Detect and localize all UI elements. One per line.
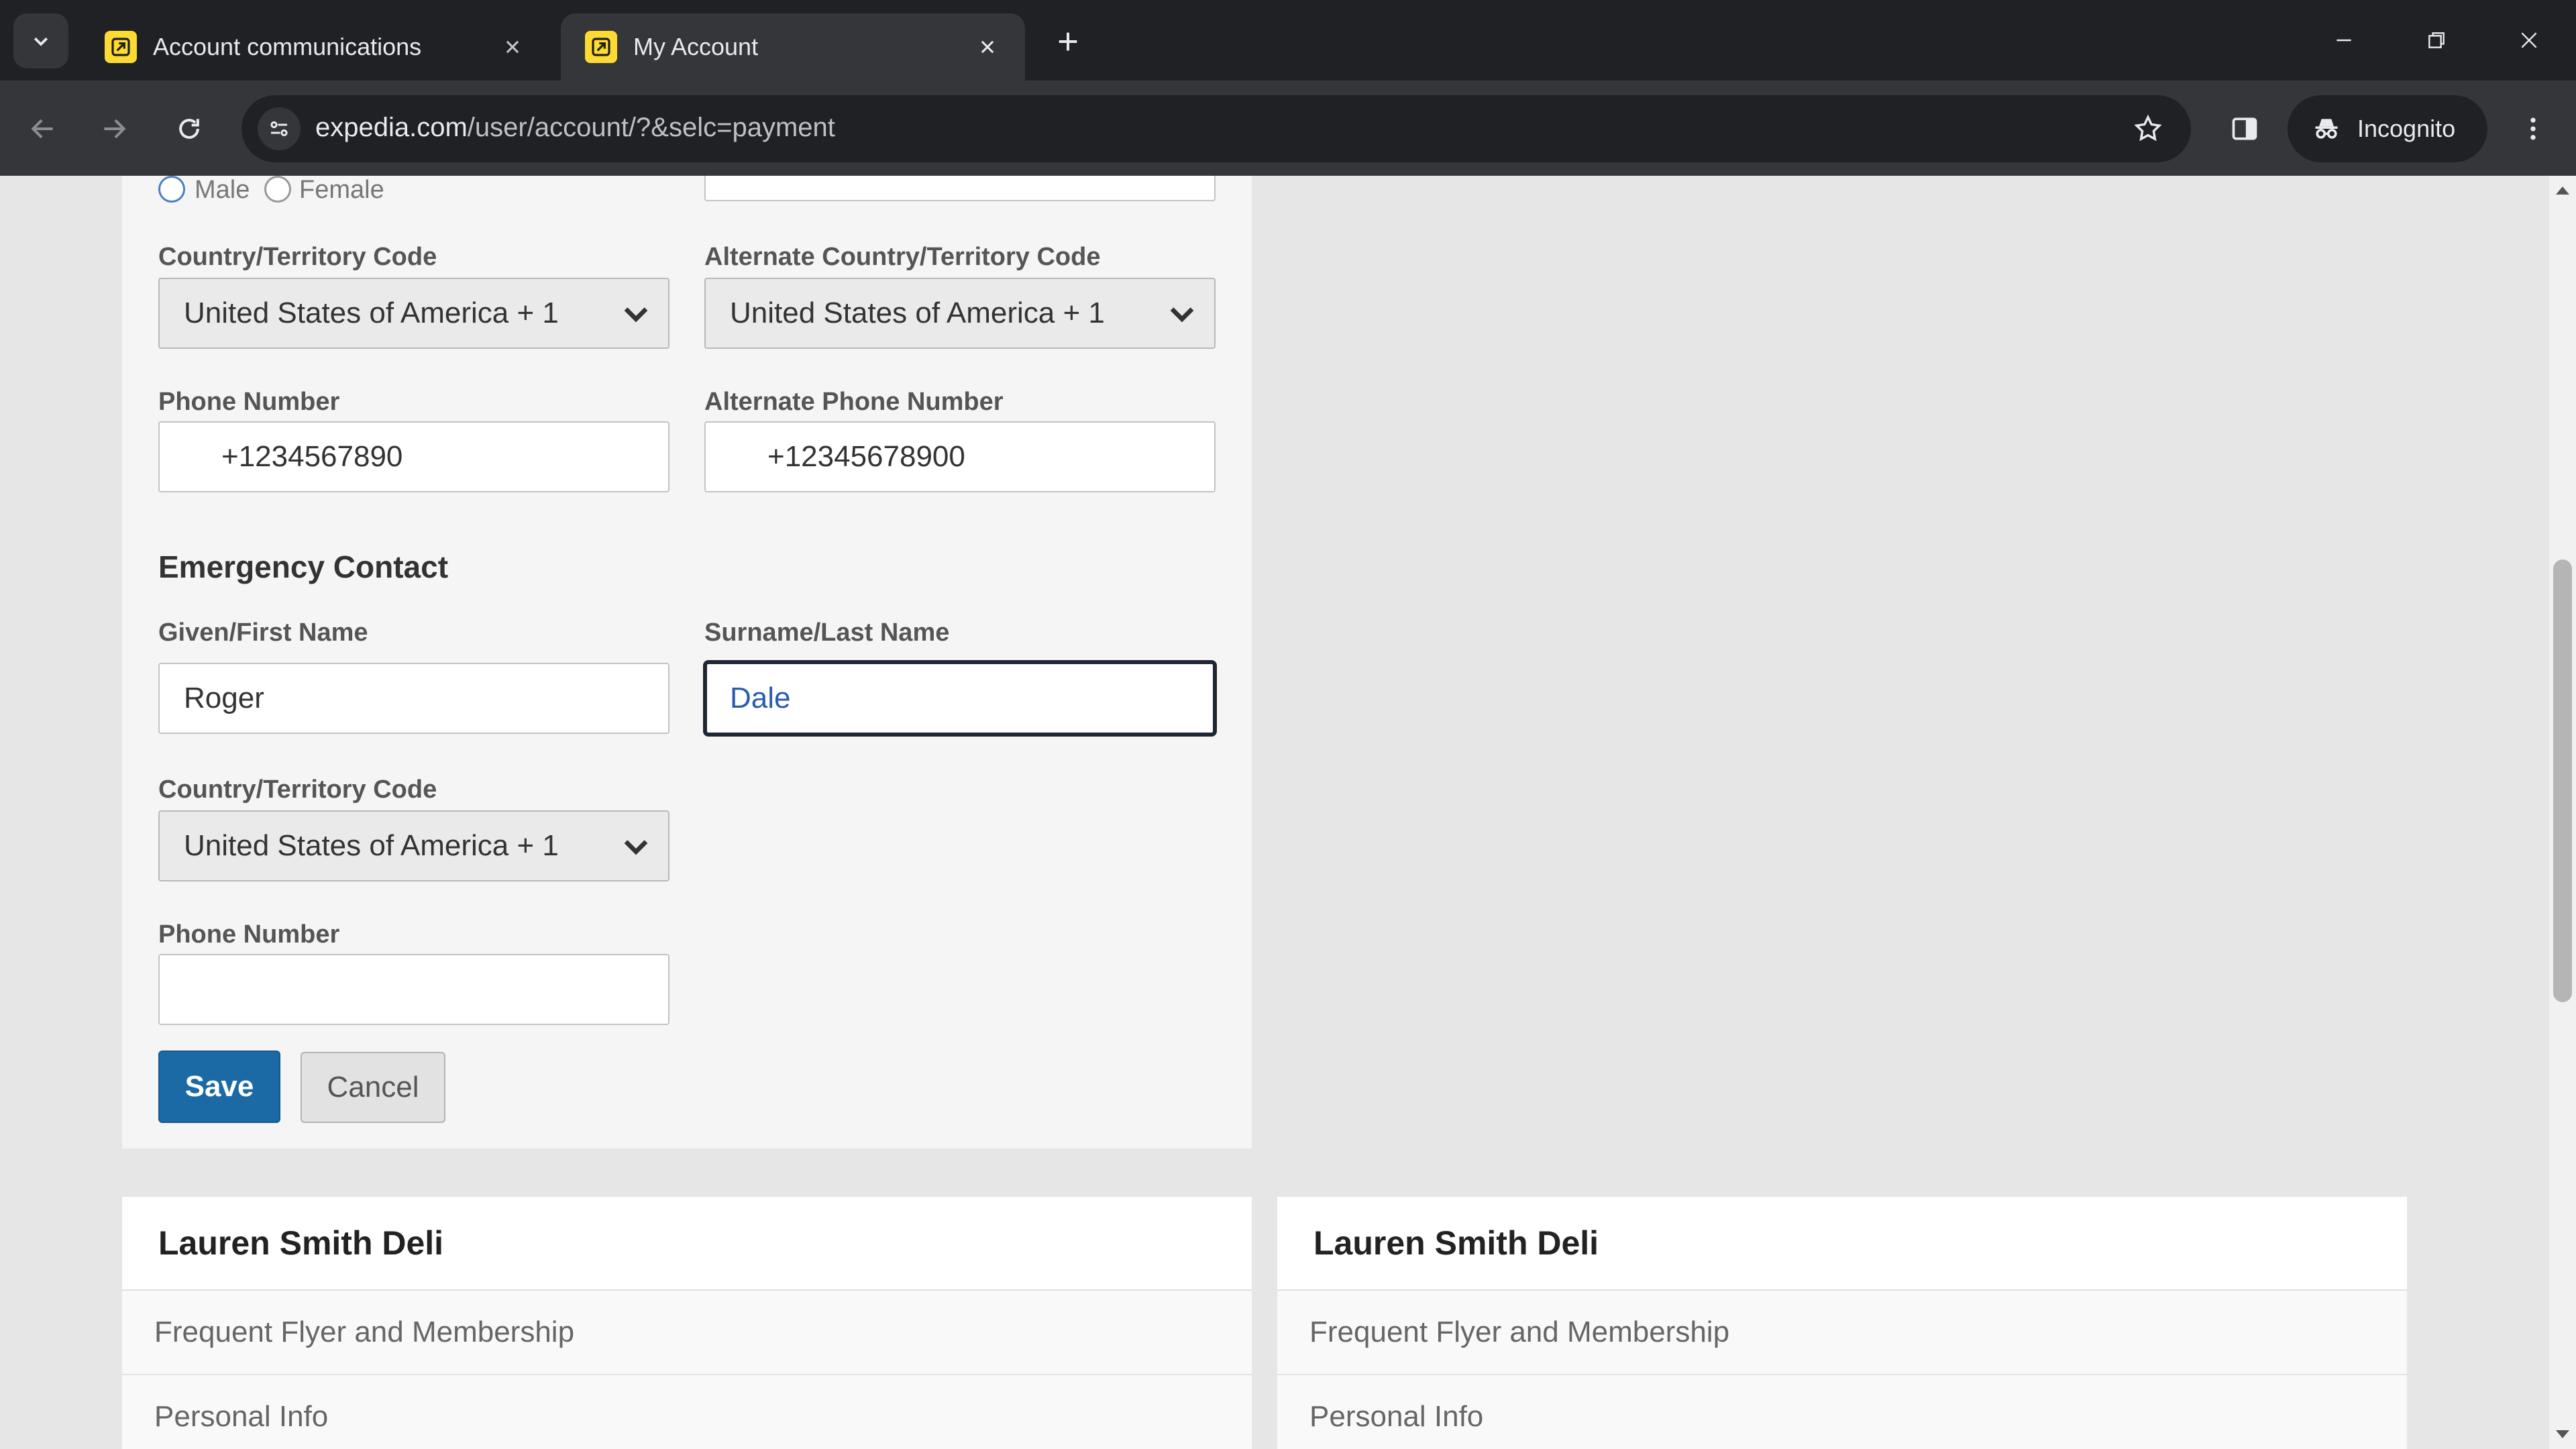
- gender-female-label: Female: [299, 176, 384, 204]
- gender-female-radio[interactable]: [264, 176, 291, 203]
- url-path: /user/account/?&selc=payment: [467, 113, 835, 142]
- scroll-up-arrow-icon[interactable]: [2556, 186, 2569, 195]
- profile-name-header: Lauren Smith Deli: [1277, 1197, 2407, 1291]
- profile-name: Lauren Smith Deli: [158, 1224, 444, 1262]
- emergency-country-code-select[interactable]: United States of America + 1: [158, 810, 669, 881]
- profile-name-header: Lauren Smith Deli: [122, 1197, 1252, 1291]
- alt-country-code-label: Alternate Country/Territory Code: [704, 243, 1101, 271]
- phone-number-input[interactable]: +1234567890: [158, 421, 669, 492]
- page-viewport: Male Female 04/20/1991 Country/Territory…: [0, 176, 2576, 1449]
- personal-info-label: Personal Info: [1309, 1400, 1484, 1433]
- last-name-value: Dale: [730, 682, 791, 714]
- chevron-down-icon: [624, 307, 648, 323]
- scroll-down-arrow-icon[interactable]: [2556, 1430, 2569, 1438]
- emergency-country-code-label: Country/Territory Code: [158, 775, 437, 804]
- emergency-country-code-value: United States of America + 1: [184, 829, 559, 862]
- expedia-favicon-icon: [105, 31, 137, 63]
- tab-close-icon[interactable]: [969, 28, 1006, 66]
- emergency-phone-label: Phone Number: [158, 920, 340, 949]
- emergency-first-name-input[interactable]: Roger: [158, 663, 669, 734]
- first-name-value: Roger: [184, 682, 264, 714]
- new-tab-plus-icon[interactable]: [1046, 20, 1089, 63]
- alt-phone-number-input[interactable]: +12345678900: [704, 421, 1216, 492]
- url-text: expedia.com/user/account/?&selc=payment: [315, 113, 835, 143]
- country-code-label: Country/Territory Code: [158, 243, 437, 271]
- incognito-label: Incognito: [2357, 115, 2456, 142]
- browser-toolbar: expedia.com/user/account/?&selc=payment …: [0, 80, 2576, 176]
- forward-arrow-icon[interactable]: [90, 105, 138, 153]
- address-bar[interactable]: expedia.com/user/account/?&selc=payment: [241, 95, 2191, 162]
- personal-info-link[interactable]: Personal Info: [122, 1375, 1252, 1449]
- chevron-down-icon: [34, 37, 48, 46]
- reload-icon[interactable]: [165, 105, 213, 153]
- traveler-profile-card: Lauren Smith Deli Frequent Flyer and Mem…: [122, 1197, 1252, 1449]
- cancel-button[interactable]: Cancel: [301, 1052, 445, 1123]
- alt-phone-number-label: Alternate Phone Number: [704, 388, 1004, 416]
- page-scrollbar[interactable]: [2549, 176, 2576, 1449]
- emergency-last-name-input[interactable]: Dale: [703, 660, 1217, 737]
- bookmark-star-icon[interactable]: [2129, 110, 2167, 148]
- last-name-label: Surname/Last Name: [704, 619, 950, 647]
- date-of-birth-value: 04/20/1991: [730, 176, 877, 182]
- phone-number-value: +1234567890: [221, 440, 403, 473]
- gender-male-radio[interactable]: [158, 176, 185, 203]
- save-button[interactable]: Save: [158, 1051, 280, 1123]
- frequent-flyer-link[interactable]: Frequent Flyer and Membership: [122, 1291, 1252, 1375]
- incognito-icon: [2315, 119, 2338, 139]
- tab-title: My Account: [633, 33, 759, 60]
- country-code-select[interactable]: United States of America + 1: [158, 278, 669, 349]
- personal-info-link[interactable]: Personal Info: [1277, 1375, 2407, 1449]
- restore-icon[interactable]: [2403, 13, 2470, 67]
- tab-my-account[interactable]: My Account: [561, 13, 1025, 80]
- profile-name: Lauren Smith Deli: [1313, 1224, 1599, 1262]
- site-settings-icon[interactable]: [258, 107, 301, 150]
- expedia-favicon-icon: [585, 31, 617, 63]
- frequent-flyer-label: Frequent Flyer and Membership: [1309, 1316, 1730, 1348]
- traveler-edit-form: Male Female 04/20/1991 Country/Territory…: [122, 176, 1252, 1148]
- traveler-profile-card: Lauren Smith Deli Frequent Flyer and Mem…: [1277, 1197, 2407, 1449]
- tab-title: Account communications: [153, 33, 422, 60]
- frequent-flyer-link[interactable]: Frequent Flyer and Membership: [1277, 1291, 2407, 1375]
- close-window-icon[interactable]: [2496, 13, 2563, 67]
- incognito-badge[interactable]: Incognito: [2288, 95, 2487, 162]
- emergency-phone-input[interactable]: [158, 954, 669, 1025]
- emergency-contact-heading: Emergency Contact: [158, 549, 449, 584]
- date-of-birth-input[interactable]: 04/20/1991: [704, 176, 1216, 201]
- alt-phone-number-value: +12345678900: [767, 440, 965, 473]
- browser-tabstrip: Account communications My Account: [0, 0, 2576, 80]
- alt-country-code-select[interactable]: United States of America + 1: [704, 278, 1216, 349]
- browser-menu-kebab-icon[interactable]: [2509, 105, 2557, 153]
- chevron-down-icon: [624, 840, 648, 855]
- back-arrow-icon[interactable]: [19, 105, 67, 153]
- first-name-label: Given/First Name: [158, 619, 368, 647]
- personal-info-label: Personal Info: [154, 1400, 329, 1433]
- tab-account-communications[interactable]: Account communications: [80, 13, 550, 80]
- alt-country-code-value: United States of America + 1: [730, 297, 1105, 329]
- side-panel-icon[interactable]: [2220, 105, 2269, 153]
- tab-close-icon[interactable]: [494, 28, 531, 66]
- frequent-flyer-label: Frequent Flyer and Membership: [154, 1316, 575, 1348]
- minimize-icon[interactable]: [2310, 13, 2377, 67]
- tab-search-button[interactable]: [13, 13, 68, 68]
- chevron-down-icon: [1170, 307, 1194, 323]
- phone-number-label: Phone Number: [158, 388, 340, 416]
- country-code-value: United States of America + 1: [184, 297, 559, 329]
- gender-male-label: Male: [195, 176, 250, 204]
- scrollbar-thumb[interactable]: [2553, 559, 2572, 1002]
- url-domain: expedia.com: [315, 113, 468, 142]
